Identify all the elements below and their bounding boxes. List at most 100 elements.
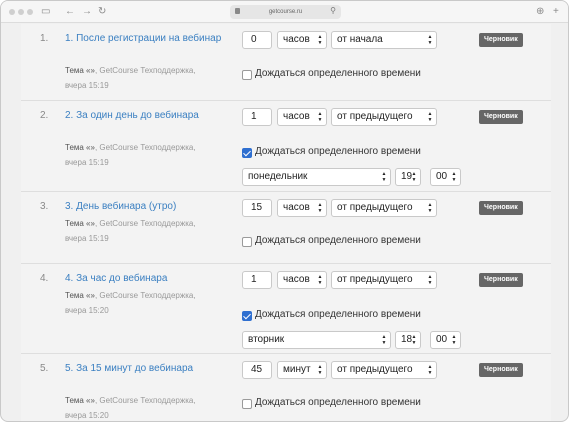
message-topic: Тема «» bbox=[65, 219, 95, 228]
wait-time-checkbox[interactable] bbox=[242, 311, 252, 321]
window-minimize-dot[interactable] bbox=[18, 9, 24, 15]
row-number: 4. bbox=[40, 273, 49, 284]
message-meta: Тема «», GetCourse Техподдержка, вчера 1… bbox=[65, 288, 235, 318]
minute-select[interactable]: 00 ▲ ▼ bbox=[430, 331, 461, 349]
wait-time-checkbox[interactable] bbox=[242, 70, 252, 80]
message-title-link[interactable]: 1. После регистрации на вебинар bbox=[65, 31, 235, 46]
window-zoom-dot[interactable] bbox=[27, 9, 33, 15]
minute-value: 00 bbox=[436, 334, 448, 345]
refresh-icon[interactable]: ↻ bbox=[98, 5, 106, 19]
stepper-arrows-icon: ▲ ▼ bbox=[427, 34, 433, 46]
message-meta: Тема «», GetCourse Техподдержка, вчера 1… bbox=[65, 63, 235, 93]
message-author: , GetCourse Техподдержка, bbox=[94, 219, 196, 228]
delay-unit-select[interactable]: минут ▲ ▼ bbox=[277, 361, 327, 379]
wait-time-checkbox[interactable] bbox=[242, 237, 252, 247]
weekday-select[interactable]: понедельник ▲ ▼ bbox=[242, 168, 391, 186]
delay-from-value: от предыдущего bbox=[337, 364, 413, 375]
message-meta: Тема «», GetCourse Техподдержка, вчера 1… bbox=[65, 216, 235, 246]
draft-badge: Черновик bbox=[479, 363, 523, 377]
draft-badge: Черновик bbox=[479, 33, 523, 47]
delay-amount-input[interactable]: 0 bbox=[242, 31, 272, 49]
delay-unit-value: часов bbox=[283, 34, 310, 45]
wait-time-label[interactable]: Дождаться определенного времени bbox=[255, 397, 421, 408]
message-title-link[interactable]: 4. За час до вебинара bbox=[65, 271, 235, 286]
delay-unit-value: часов bbox=[283, 274, 310, 285]
forward-arrow-icon[interactable]: → bbox=[82, 5, 92, 19]
delay-unit-select[interactable]: часов ▲ ▼ bbox=[277, 31, 327, 49]
draft-badge: Черновик bbox=[479, 110, 523, 124]
hour-select[interactable]: 19 ▲ ▼ bbox=[395, 168, 421, 186]
message-title-link[interactable]: 5. За 15 минут до вебинара bbox=[65, 361, 235, 376]
delay-amount-input[interactable]: 45 bbox=[242, 361, 272, 379]
wait-time-label[interactable]: Дождаться определенного времени bbox=[255, 146, 421, 157]
row-number: 5. bbox=[40, 363, 49, 374]
delay-from-select[interactable]: от предыдущего ▲ ▼ bbox=[331, 271, 437, 289]
message-time: вчера 15:19 bbox=[65, 81, 109, 90]
stepper-arrows-icon: ▲ ▼ bbox=[317, 34, 323, 46]
wait-time-label[interactable]: Дождаться определенного времени bbox=[255, 235, 421, 246]
new-tab-icon[interactable]: + bbox=[553, 5, 559, 19]
weekday-select[interactable]: вторник ▲ ▼ bbox=[242, 331, 391, 349]
delay-unit-select[interactable]: часов ▲ ▼ bbox=[277, 271, 327, 289]
back-arrow-icon[interactable]: ← bbox=[65, 5, 75, 19]
stepper-arrows-icon: ▲ ▼ bbox=[317, 274, 323, 286]
minute-value: 00 bbox=[436, 171, 448, 182]
message-time: вчера 15:20 bbox=[65, 306, 109, 315]
message-topic: Тема «» bbox=[65, 143, 95, 152]
delay-amount-input[interactable]: 1 bbox=[242, 271, 272, 289]
chain-row: 2. 2. За один день до вебинара Тема «», … bbox=[21, 101, 551, 192]
window-close-dot[interactable] bbox=[9, 9, 15, 15]
message-topic: Тема «» bbox=[65, 66, 95, 75]
wait-time-checkbox[interactable] bbox=[242, 148, 252, 158]
weekday-value: вторник bbox=[248, 334, 285, 345]
message-author: , GetCourse Техподдержка, bbox=[94, 396, 196, 405]
delay-unit-select[interactable]: часов ▲ ▼ bbox=[277, 199, 327, 217]
chain-row: 1. 1. После регистрации на вебинар Тема … bbox=[21, 24, 551, 101]
delay-from-select[interactable]: от предыдущего ▲ ▼ bbox=[331, 199, 437, 217]
delay-from-select[interactable]: от предыдущего ▲ ▼ bbox=[331, 108, 437, 126]
sidebar-toggle-icon[interactable]: ▭ bbox=[41, 5, 50, 19]
message-title-link[interactable]: 3. День вебинара (утро) bbox=[65, 199, 235, 214]
minute-select[interactable]: 00 ▲ ▼ bbox=[430, 168, 461, 186]
delay-from-value: от предыдущего bbox=[337, 274, 413, 285]
address-bar[interactable]: getcourse.ru ⚲ bbox=[230, 5, 341, 19]
stepper-arrows-icon: ▲ ▼ bbox=[427, 202, 433, 214]
hour-select[interactable]: 18 ▲ ▼ bbox=[395, 331, 421, 349]
stepper-arrows-icon: ▲ ▼ bbox=[427, 111, 433, 123]
stepper-arrows-icon: ▲ ▼ bbox=[427, 274, 433, 286]
row-number: 1. bbox=[40, 33, 49, 44]
delay-from-value: от предыдущего bbox=[337, 111, 413, 122]
link-icon[interactable]: ⚲ bbox=[330, 6, 336, 15]
message-time: вчера 15:19 bbox=[65, 234, 109, 243]
message-topic: Тема «» bbox=[65, 291, 95, 300]
message-time: вчера 15:19 bbox=[65, 158, 109, 167]
address-url: getcourse.ru bbox=[268, 9, 303, 15]
message-author: , GetCourse Техподдержка, bbox=[94, 291, 196, 300]
download-icon[interactable]: ⊕ bbox=[536, 5, 544, 19]
browser-toolbar: ▭ ← → ↻ getcourse.ru ⚲ ⊕ + bbox=[1, 1, 568, 23]
chain-row: 4. 4. За час до вебинара Тема «», GetCou… bbox=[21, 264, 551, 354]
wait-time-checkbox[interactable] bbox=[242, 399, 252, 409]
delay-amount-input[interactable]: 15 bbox=[242, 199, 272, 217]
delay-from-select[interactable]: от начала ▲ ▼ bbox=[331, 31, 437, 49]
stepper-arrows-icon: ▲ ▼ bbox=[317, 364, 323, 376]
delay-unit-value: часов bbox=[283, 202, 310, 213]
message-author: , GetCourse Техподдержка, bbox=[94, 66, 196, 75]
wait-time-label[interactable]: Дождаться определенного времени bbox=[255, 309, 421, 320]
stepper-arrows-icon: ▲ ▼ bbox=[451, 334, 457, 346]
lock-icon bbox=[235, 8, 240, 14]
stepper-arrows-icon: ▲ ▼ bbox=[317, 111, 323, 123]
delay-from-value: от предыдущего bbox=[337, 202, 413, 213]
message-title-link[interactable]: 2. За один день до вебинара bbox=[65, 108, 235, 123]
delay-from-select[interactable]: от предыдущего ▲ ▼ bbox=[331, 361, 437, 379]
delay-unit-select[interactable]: часов ▲ ▼ bbox=[277, 108, 327, 126]
weekday-value: понедельник bbox=[248, 171, 308, 182]
delay-amount-input[interactable]: 1 bbox=[242, 108, 272, 126]
delay-unit-value: минут bbox=[283, 364, 311, 375]
message-meta: Тема «», GetCourse Техподдержка, вчера 1… bbox=[65, 140, 235, 170]
row-number: 2. bbox=[40, 110, 49, 121]
stepper-arrows-icon: ▲ ▼ bbox=[411, 334, 417, 346]
chain-row: 5. 5. За 15 минут до вебинара Тема «», G… bbox=[21, 354, 551, 421]
wait-time-label[interactable]: Дождаться определенного времени bbox=[255, 68, 421, 79]
delay-unit-value: часов bbox=[283, 111, 310, 122]
